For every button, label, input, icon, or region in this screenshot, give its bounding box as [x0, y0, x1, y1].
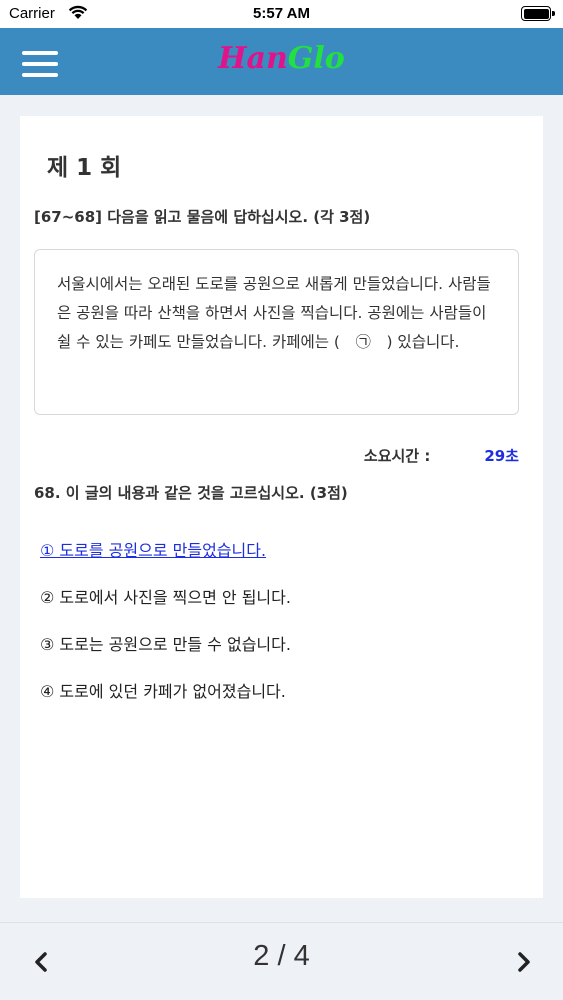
round-title: 제 1 회 — [47, 155, 122, 181]
app-header: HanGlo — [0, 28, 563, 95]
answer-option-4[interactable]: ④ 도로에 있던 카페가 없어졌습니다. — [40, 678, 520, 725]
answer-option-3[interactable]: ③ 도로는 공원으로 만들 수 없습니다. — [40, 631, 520, 678]
question-text: 68. 이 글의 내용과 같은 것을 고르십시오. (3점) — [34, 484, 348, 502]
chevron-right-icon[interactable] — [508, 947, 538, 977]
page-indicator: 2 / 4 — [253, 940, 310, 972]
status-bar: Carrier 5:57 AM — [0, 0, 563, 28]
logo-han: Han — [218, 41, 288, 76]
answer-option-2[interactable]: ② 도로에서 사진을 찍으면 안 됩니다. — [40, 584, 520, 631]
timer-value: 29초 — [484, 447, 519, 465]
app-logo: HanGlo — [0, 41, 563, 76]
passage-text: 서울시에서는 오래된 도로를 공원으로 새롭게 만들었습니다. 사람들은 공원을… — [57, 275, 491, 351]
passage-box: 서울시에서는 오래된 도로를 공원으로 새롭게 만들었습니다. 사람들은 공원을… — [34, 249, 519, 415]
status-time: 5:57 AM — [253, 5, 310, 22]
timer-label: 소요시간 : — [363, 447, 431, 465]
logo-glo: Glo — [287, 41, 345, 76]
answer-option-1[interactable]: ① 도로를 공원으로 만들었습니다. — [40, 537, 520, 584]
elapsed-timer: 소요시간 : 29초 — [364, 445, 519, 466]
pagination-bar: 2 / 4 — [0, 922, 563, 1000]
question-card: 제 1 회 [67~68] 다음을 읽고 물음에 답하십시오. (각 3점) 서… — [20, 116, 543, 898]
answer-options: ① 도로를 공원으로 만들었습니다. ② 도로에서 사진을 찍으면 안 됩니다.… — [40, 537, 520, 725]
instruction-text: [67~68] 다음을 읽고 물음에 답하십시오. (각 3점) — [34, 208, 371, 226]
battery-icon — [521, 6, 555, 21]
